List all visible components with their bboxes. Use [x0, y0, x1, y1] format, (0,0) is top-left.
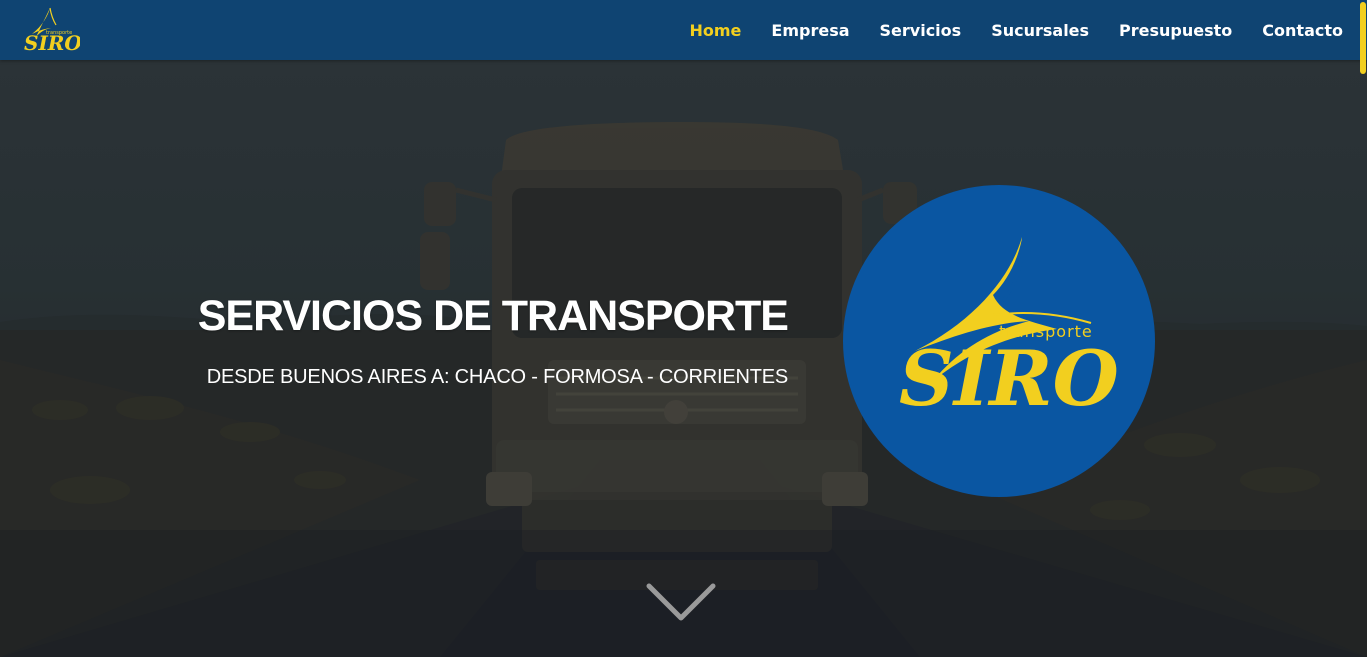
navbar: SIRO transporte Home Empresa Servicios S… — [0, 0, 1367, 60]
nav-item-servicios[interactable]: Servicios — [880, 21, 962, 40]
page-scrollbar[interactable] — [1359, 0, 1367, 657]
nav-item-contacto[interactable]: Contacto — [1262, 21, 1343, 40]
hero-logo: transporte SIRO — [843, 185, 1155, 497]
brand-logo-tagline: transporte — [46, 30, 72, 36]
nav-menu: Home Empresa Servicios Sucursales Presup… — [659, 0, 1343, 60]
brand-logo[interactable]: SIRO transporte — [20, 6, 82, 55]
scroll-down-button[interactable] — [645, 582, 717, 624]
hero-title: SERVICIOS DE TRANSPORTE — [197, 292, 789, 340]
nav-item-empresa[interactable]: Empresa — [771, 21, 849, 40]
scrollbar-thumb[interactable] — [1360, 2, 1366, 74]
nav-item-home[interactable]: Home — [689, 21, 741, 40]
nav-item-sucursales[interactable]: Sucursales — [991, 21, 1089, 40]
hero-overlay — [0, 60, 1367, 657]
hero-logo-word: SIRO — [899, 334, 1119, 423]
hero-subtitle: DESDE BUENOS AIRES A: CHACO - FORMOSA - … — [206, 366, 788, 388]
page: SIRO transporte Home Empresa Servicios S… — [0, 0, 1367, 657]
chevron-down-icon — [646, 583, 716, 621]
nav-item-presupuesto[interactable]: Presupuesto — [1119, 21, 1232, 40]
hero-section — [0, 60, 1367, 657]
